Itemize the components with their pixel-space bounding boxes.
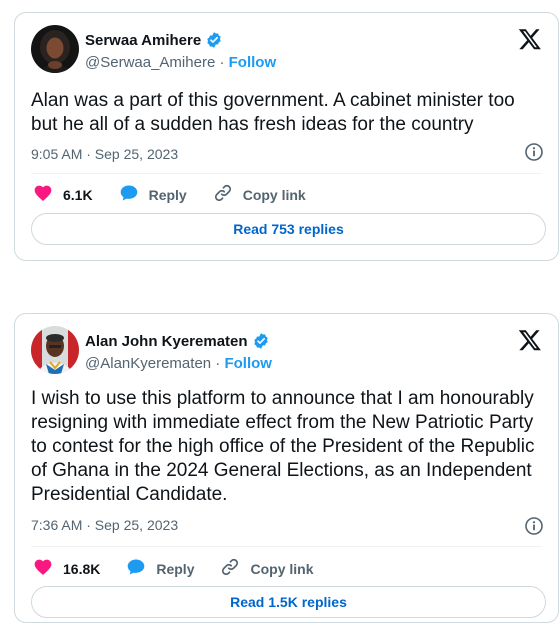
tweet-text: I wish to use this platform to announce … [31,388,535,505]
read-replies-button[interactable]: Read 1.5K replies [31,586,546,618]
author-name[interactable]: Alan John Kyerematen [85,333,248,350]
tweet-timestamp[interactable]: 9:05 AM · Sep 25, 2023 [31,146,178,162]
follow-button[interactable]: Follow [229,54,277,71]
tweet-card: Alan John Kyerematen @AlanKyerematen · F… [14,313,559,623]
tweet-timestamp[interactable]: 7:36 AM · Sep 25, 2023 [31,517,178,533]
verified-badge-icon [205,31,223,49]
reply-label: Reply [156,560,195,577]
info-icon[interactable] [524,516,544,536]
link-icon [220,557,240,580]
divider [31,546,542,547]
author-handle[interactable]: @Serwaa_Amihere [85,54,215,71]
copy-link-label: Copy link [242,186,306,203]
author-name[interactable]: Serwaa Amihere [85,32,201,49]
tweet-text: Alan was a part of this government. A ca… [31,90,515,135]
divider [31,173,542,174]
info-icon[interactable] [524,142,544,162]
link-icon [213,183,233,206]
verified-badge-icon [252,332,270,350]
separator: · [219,54,225,71]
avatar[interactable] [31,326,79,374]
speech-bubble-icon [119,183,139,206]
like-count: 16.8K [63,560,101,577]
follow-button[interactable]: Follow [224,355,272,372]
speech-bubble-icon [126,557,146,580]
x-logo-icon[interactable] [518,27,542,51]
tweet-card: Serwaa Amihere @Serwaa_Amihere · Follow … [14,12,559,261]
like-count: 6.1K [63,186,93,203]
reply-label: Reply [148,186,187,203]
read-replies-button[interactable]: Read 753 replies [31,213,546,245]
like-button[interactable]: 6.1K [33,183,93,206]
separator: · [215,355,221,372]
like-button[interactable]: 16.8K [33,557,100,580]
avatar[interactable] [31,25,79,73]
heart-icon [33,183,53,206]
copy-link-button[interactable]: Copy link [220,557,314,580]
copy-link-label: Copy link [250,560,314,577]
reply-button[interactable]: Reply [126,557,194,580]
heart-icon [33,557,53,580]
copy-link-button[interactable]: Copy link [213,183,306,206]
reply-button[interactable]: Reply [119,183,187,206]
author-handle[interactable]: @AlanKyerematen [85,355,211,372]
x-logo-icon[interactable] [518,328,542,352]
